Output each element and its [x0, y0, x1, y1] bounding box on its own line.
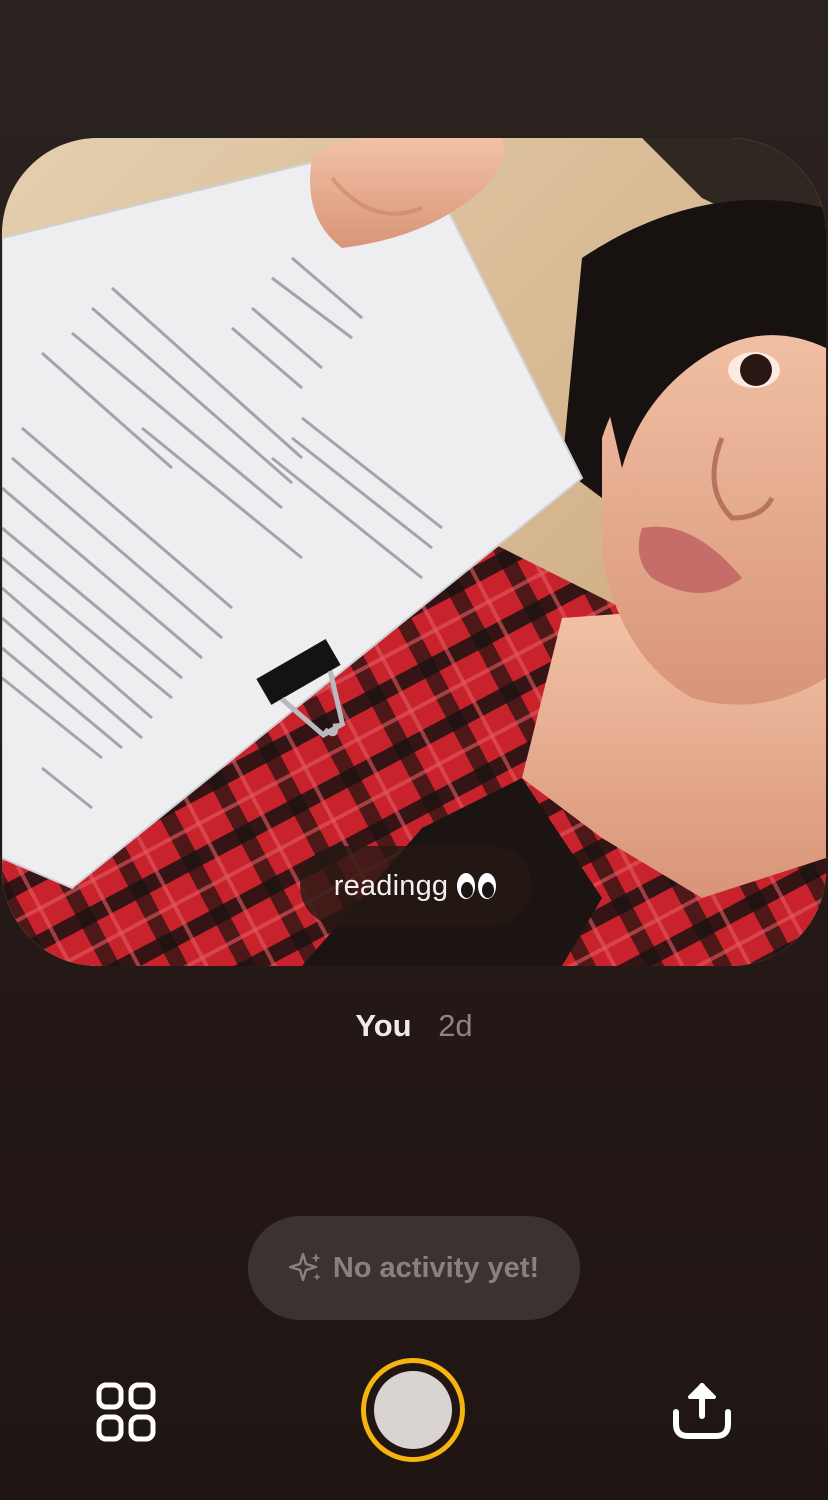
shutter-button[interactable] — [361, 1358, 465, 1462]
sparkle-icon — [288, 1251, 323, 1285]
activity-pill[interactable]: No activity yet! — [248, 1216, 580, 1320]
photo-image — [2, 138, 826, 966]
activity-label: No activity yet! — [332, 1251, 540, 1284]
bottom-toolbar — [0, 1350, 828, 1470]
shutter-inner — [374, 1371, 452, 1449]
share-icon — [673, 1383, 731, 1439]
author-name[interactable]: You — [355, 1008, 411, 1043]
post-age: 2d — [438, 1008, 473, 1043]
caption-pill[interactable]: readingg — [300, 846, 532, 926]
caption-text: readingg — [333, 869, 449, 902]
eyes-emoji-icon — [456, 871, 498, 901]
post-meta: You 2d — [0, 1008, 828, 1044]
post-photo[interactable]: readingg — [2, 138, 826, 966]
grid-icon — [96, 1382, 156, 1442]
share-button[interactable] — [668, 1376, 736, 1444]
grid-view-button[interactable] — [92, 1378, 160, 1446]
